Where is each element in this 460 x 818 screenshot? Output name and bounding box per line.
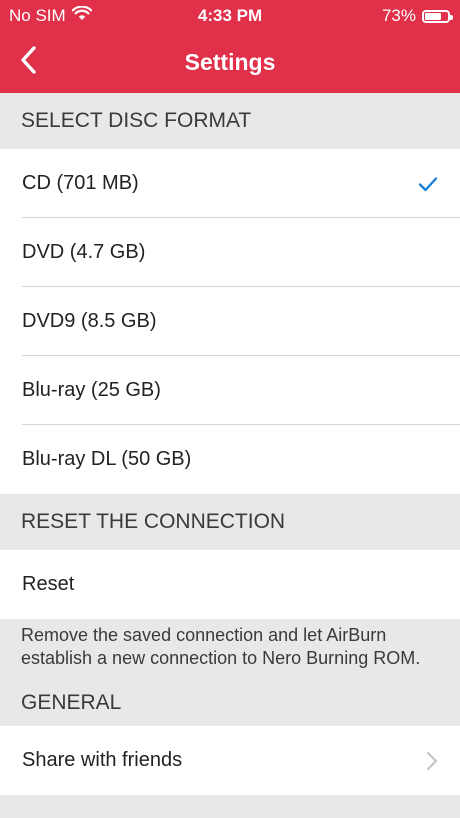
battery-cap bbox=[450, 14, 453, 20]
reset-label: Reset bbox=[22, 573, 75, 595]
section-header-disc-format: SELECT DISC FORMAT bbox=[0, 93, 460, 149]
reset-button[interactable]: Reset bbox=[0, 550, 460, 619]
app-header: No SIM 4:33 PM 73% Settings bbox=[0, 0, 460, 93]
disc-option-label: Blu-ray DL (50 GB) bbox=[22, 448, 192, 470]
disc-option-bluray-dl[interactable]: Blu-ray DL (50 GB) bbox=[0, 425, 460, 494]
battery-icon bbox=[422, 9, 453, 23]
disc-option-label: DVD9 (8.5 GB) bbox=[22, 310, 157, 332]
checkmark-icon bbox=[416, 172, 440, 196]
status-right: 73% bbox=[381, 0, 453, 32]
section-header-reset: RESET THE CONNECTION bbox=[0, 494, 460, 550]
battery-percent: 73% bbox=[381, 6, 416, 25]
disc-option-dvd[interactable]: DVD (4.7 GB) bbox=[0, 218, 460, 287]
disc-format-list: CD (701 MB) DVD (4.7 GB) DVD9 (8.5 GB) B… bbox=[0, 149, 460, 494]
battery-fill bbox=[425, 12, 441, 20]
disc-option-label: Blu-ray (25 GB) bbox=[22, 379, 161, 401]
disc-option-label: CD (701 MB) bbox=[22, 172, 139, 194]
section-header-general: GENERAL bbox=[0, 691, 460, 726]
reset-note: Remove the saved connection and let AirB… bbox=[0, 619, 460, 691]
nav-bar: Settings bbox=[0, 32, 460, 93]
disc-option-dvd9[interactable]: DVD9 (8.5 GB) bbox=[0, 287, 460, 356]
share-label: Share with friends bbox=[22, 749, 183, 771]
disc-option-bluray[interactable]: Blu-ray (25 GB) bbox=[0, 356, 460, 425]
share-with-friends-row[interactable]: Share with friends bbox=[0, 726, 460, 795]
chevron-right-icon bbox=[424, 751, 440, 771]
disc-option-label: DVD (4.7 GB) bbox=[22, 241, 146, 263]
page-title: Settings bbox=[184, 49, 276, 75]
status-bar: No SIM 4:33 PM 73% bbox=[0, 0, 460, 32]
disc-option-cd[interactable]: CD (701 MB) bbox=[0, 149, 460, 218]
